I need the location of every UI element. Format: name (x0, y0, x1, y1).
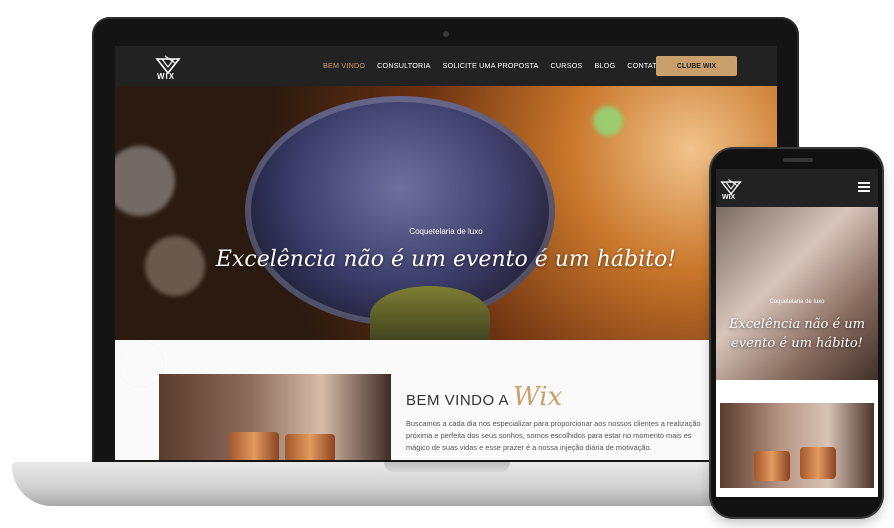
clube-wix-button[interactable]: CLUBE WIX (656, 56, 737, 76)
phone-couple-photo (720, 403, 874, 488)
nav-item-consultoria[interactable]: CONSULTORIA (377, 61, 430, 70)
phone-screen: WIX Coquetelaria de luxo Excelência não … (716, 169, 878, 497)
phone-hero-title: Excelência não é um evento é um hábito! (729, 317, 865, 351)
phone-speaker (783, 158, 813, 162)
hamburger-menu-icon[interactable] (858, 182, 870, 192)
copper-mug (754, 451, 790, 481)
nav-item-bem-vindo[interactable]: BEM VINDO (323, 61, 365, 70)
nav-item-blog[interactable]: BLOG (594, 61, 615, 70)
hero-banner: Coquetelaria de luxo Excelência não é um… (115, 86, 777, 340)
phone-hero-subtitle: Coquetelaria de luxo (769, 299, 825, 305)
phone-hero-banner: Coquetelaria de luxo Excelência não é um… (716, 207, 878, 380)
cocktail-glass-base (370, 286, 490, 340)
phone-logo-text: WIX (722, 194, 736, 201)
welcome-heading: BEM VINDO A Wix (406, 382, 562, 412)
laptop-notch (384, 462, 510, 472)
laptop-screen: WIX BEM VINDO CONSULTORIA SOLICITE UMA P… (115, 46, 777, 460)
nav-item-solicite-proposta[interactable]: SOLICITE UMA PROPOSTA (443, 61, 539, 70)
laptop-camera (443, 31, 449, 37)
laptop-navbar: WIX BEM VINDO CONSULTORIA SOLICITE UMA P… (115, 46, 777, 86)
hero-title: Excelência não é um evento é um hábito! (215, 247, 677, 272)
couple-photo (159, 374, 391, 460)
phone-navbar: WIX (716, 169, 878, 207)
copper-mug (229, 432, 279, 460)
nav-menu: BEM VINDO CONSULTORIA SOLICITE UMA PROPO… (323, 61, 663, 70)
logo-text: WIX (157, 72, 176, 81)
copper-mug (800, 447, 836, 479)
welcome-lead: BEM VINDO A (406, 392, 510, 409)
nav-item-cursos[interactable]: CURSOS (551, 61, 583, 70)
bokeh-light (115, 146, 175, 216)
bokeh-light (593, 106, 623, 136)
welcome-script: Wix (513, 382, 563, 412)
hero-subtitle: Coquetelaria de luxo (409, 227, 483, 236)
copper-mug (285, 434, 335, 460)
welcome-section: BEM VINDO A Wix Buscamos a cada dia nos … (115, 340, 777, 460)
